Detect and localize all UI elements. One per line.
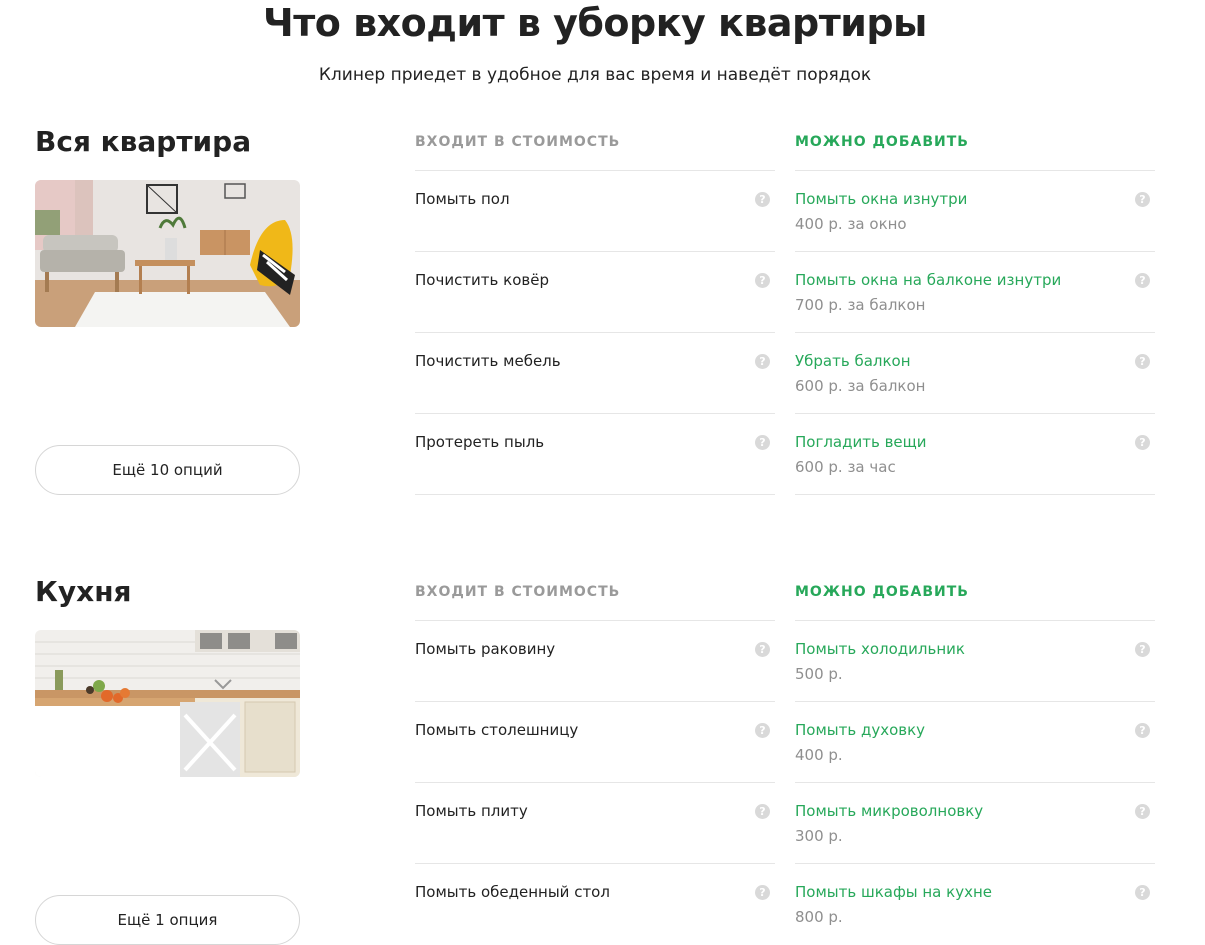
included-column: ВХОДИТ В СТОИМОСТЬ Помыть пол ? Почистит… bbox=[415, 124, 775, 495]
addon-price: 500 р. bbox=[795, 665, 843, 683]
addon-price: 800 р. bbox=[795, 908, 843, 926]
addon-name[interactable]: Помыть окна изнутри bbox=[795, 188, 967, 210]
section-whole-apartment: Вся квартира Ещё 10 опций ВХОДИТ В СТОИМ… bbox=[0, 124, 1205, 514]
addon-item[interactable]: Помыть окна изнутри 400 р. за окно ? bbox=[795, 171, 1155, 252]
page-subtitle: Клинер приедет в удобное для вас время и… bbox=[318, 65, 872, 85]
addon-item[interactable]: Погладить вещи 600 р. за час ? bbox=[795, 414, 1155, 495]
addon-item[interactable]: Помыть шкафы на кухне 800 р. ? bbox=[795, 864, 1155, 945]
addon-item[interactable]: Убрать балкон 600 р. за балкон ? bbox=[795, 333, 1155, 414]
kitchen-photo bbox=[35, 630, 300, 777]
question-icon[interactable]: ? bbox=[755, 435, 770, 450]
list-item: Помыть раковину ? bbox=[415, 621, 775, 702]
addon-price: 400 р. bbox=[795, 746, 843, 764]
item-name: Протереть пыль bbox=[415, 433, 545, 451]
list-item: Почистить мебель ? bbox=[415, 333, 775, 414]
question-icon[interactable]: ? bbox=[755, 723, 770, 738]
question-icon[interactable]: ? bbox=[1135, 804, 1150, 819]
question-icon[interactable]: ? bbox=[755, 354, 770, 369]
question-icon[interactable]: ? bbox=[1135, 723, 1150, 738]
list-item: Почистить ковёр ? bbox=[415, 252, 775, 333]
list-item: Помыть столешницу ? bbox=[415, 702, 775, 783]
question-icon[interactable]: ? bbox=[755, 192, 770, 207]
question-icon[interactable]: ? bbox=[1135, 435, 1150, 450]
addon-price: 600 р. за час bbox=[795, 458, 896, 476]
list-item: Помыть пол ? bbox=[415, 171, 775, 252]
living-room-photo bbox=[35, 180, 300, 327]
addon-item[interactable]: Помыть холодильник 500 р. ? bbox=[795, 621, 1155, 702]
addon-item[interactable]: Помыть микроволновку 300 р. ? bbox=[795, 783, 1155, 864]
included-column: ВХОДИТ В СТОИМОСТЬ Помыть раковину ? Пом… bbox=[415, 574, 775, 945]
addon-name[interactable]: Помыть шкафы на кухне bbox=[795, 881, 992, 903]
question-icon[interactable]: ? bbox=[1135, 642, 1150, 657]
more-options-button[interactable]: Ещё 10 опций bbox=[35, 445, 300, 495]
addable-column: МОЖНО ДОБАВИТЬ Помыть окна изнутри 400 р… bbox=[795, 124, 1155, 495]
section-kitchen: Кухня Ещё 1 опция ВХОДИТ В СТОИМОСТЬ Пом… bbox=[0, 574, 1205, 945]
question-icon[interactable]: ? bbox=[755, 885, 770, 900]
question-icon[interactable]: ? bbox=[1135, 354, 1150, 369]
question-icon[interactable]: ? bbox=[1135, 885, 1150, 900]
included-heading: ВХОДИТ В СТОИМОСТЬ bbox=[415, 124, 775, 171]
item-name: Помыть пол bbox=[415, 190, 510, 208]
list-item: Протереть пыль ? bbox=[415, 414, 775, 495]
addable-heading: МОЖНО ДОБАВИТЬ bbox=[795, 124, 1155, 171]
addon-name[interactable]: Помыть духовку bbox=[795, 719, 925, 741]
addon-price: 300 р. bbox=[795, 827, 843, 845]
addon-name[interactable]: Помыть окна на балконе изнутри bbox=[795, 269, 1061, 291]
addon-item[interactable]: Помыть духовку 400 р. ? bbox=[795, 702, 1155, 783]
list-item: Помыть плиту ? bbox=[415, 783, 775, 864]
page-title: Что входит в уборку квартиры bbox=[263, 1, 927, 45]
addable-heading: МОЖНО ДОБАВИТЬ bbox=[795, 574, 1155, 621]
addon-price: 400 р. за окно bbox=[795, 215, 907, 233]
addable-column: МОЖНО ДОБАВИТЬ Помыть холодильник 500 р.… bbox=[795, 574, 1155, 945]
item-name: Помыть раковину bbox=[415, 640, 556, 658]
addon-name[interactable]: Погладить вещи bbox=[795, 431, 927, 453]
question-icon[interactable]: ? bbox=[1135, 192, 1150, 207]
list-item: Помыть обеденный стол ? bbox=[415, 864, 775, 945]
addon-name[interactable]: Убрать балкон bbox=[795, 350, 911, 372]
addon-item[interactable]: Помыть окна на балконе изнутри 700 р. за… bbox=[795, 252, 1155, 333]
item-name: Почистить ковёр bbox=[415, 271, 549, 289]
addon-price: 700 р. за балкон bbox=[795, 296, 926, 314]
more-options-button[interactable]: Ещё 1 опция bbox=[35, 895, 300, 945]
item-name: Почистить мебель bbox=[415, 352, 561, 370]
question-icon[interactable]: ? bbox=[1135, 273, 1150, 288]
question-icon[interactable]: ? bbox=[755, 273, 770, 288]
section-title: Кухня bbox=[35, 575, 132, 608]
question-icon[interactable]: ? bbox=[755, 804, 770, 819]
item-name: Помыть плиту bbox=[415, 802, 528, 820]
addon-name[interactable]: Помыть микроволновку bbox=[795, 800, 983, 822]
question-icon[interactable]: ? bbox=[755, 642, 770, 657]
item-name: Помыть столешницу bbox=[415, 721, 579, 739]
included-heading: ВХОДИТ В СТОИМОСТЬ bbox=[415, 574, 775, 621]
addon-name[interactable]: Помыть холодильник bbox=[795, 638, 965, 660]
item-name: Помыть обеденный стол bbox=[415, 883, 610, 901]
addon-price: 600 р. за балкон bbox=[795, 377, 926, 395]
section-title: Вся квартира bbox=[35, 125, 252, 158]
